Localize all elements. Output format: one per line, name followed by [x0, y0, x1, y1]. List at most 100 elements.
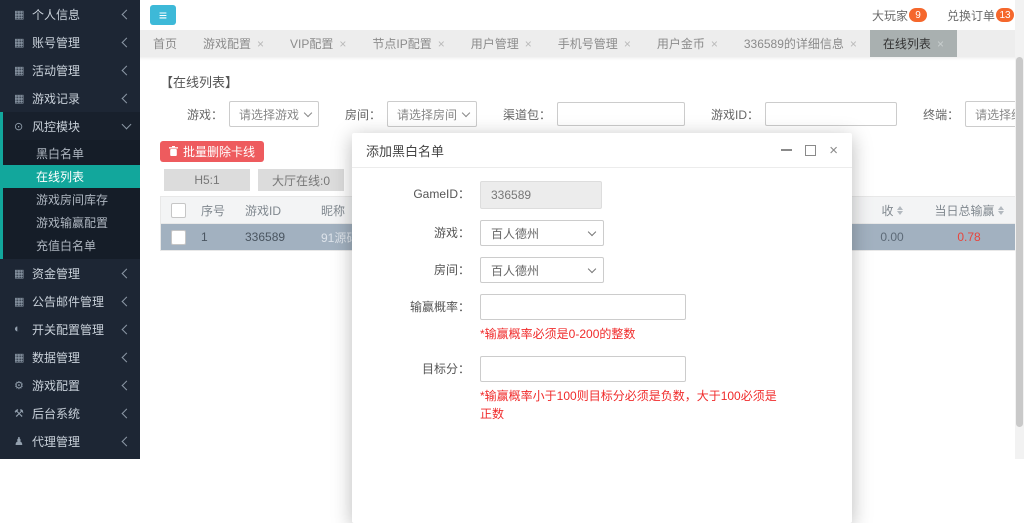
room-filter-value: 请选择房间 [397, 106, 457, 123]
tab-游戏配置[interactable]: 游戏配置× [190, 30, 277, 57]
stat-button[interactable]: 大厅在线:0 [258, 169, 344, 191]
sidebar-group: ▦账号管理 [0, 28, 140, 56]
tab-336589的详细信息[interactable]: 336589的详细信息 × [731, 30, 870, 57]
tab-label: 用户金币 [657, 35, 705, 52]
grid-icon: ▦ [14, 92, 32, 105]
tab-在线列表[interactable]: 在线列表× [870, 30, 957, 57]
tab-用户管理[interactable]: 用户管理× [458, 30, 545, 57]
sidebar-item-label: 资金管理 [32, 265, 123, 282]
sidebar-item-代理管理[interactable]: ♟代理管理 [0, 427, 140, 455]
game-filter-select[interactable]: 请选择游戏 [229, 101, 319, 127]
page-scrollbar[interactable] [1015, 0, 1024, 459]
sidebar: ▦个人信息▦账号管理▦活动管理▦游戏记录⊙风控模块黑白名单在线列表游戏房间库存游… [0, 0, 140, 459]
sidebar-item-账号管理[interactable]: ▦账号管理 [0, 28, 140, 56]
sidebar-item-label: 数据管理 [32, 349, 123, 366]
modal-prob-input[interactable] [480, 294, 686, 320]
tab-手机号管理[interactable]: 手机号管理× [545, 30, 644, 57]
close-icon[interactable]: × [711, 38, 718, 50]
sidebar-item-游戏配置[interactable]: ⚙游戏配置 [0, 371, 140, 399]
select-all-checkbox[interactable] [171, 203, 186, 218]
scrollbar-thumb[interactable] [1016, 57, 1023, 427]
notification-badge: 13 [996, 8, 1014, 22]
chevron-left-icon [122, 9, 132, 19]
tab-节点IP配置[interactable]: 节点IP配置× [359, 30, 457, 57]
column-header-tax: 收 [857, 202, 927, 219]
sidebar-subitem-游戏房间库存[interactable]: 游戏房间库存 [3, 188, 140, 211]
modal-game-select[interactable]: 百人德州 [480, 220, 604, 246]
modal-target-note: *输赢概率小于100则目标分必须是负数，大于100必须是正数 [480, 387, 780, 424]
sidebar-item-后台系统[interactable]: ⚒后台系统 [0, 399, 140, 427]
minimize-icon[interactable] [781, 149, 792, 151]
sidebar-item-游戏记录[interactable]: ▦游戏记录 [0, 84, 140, 112]
hamburger-button[interactable]: ≡ [150, 5, 176, 25]
modal-prob-note: *输赢概率必须是0-200的整数 [480, 325, 780, 344]
maximize-icon[interactable] [805, 145, 816, 156]
sidebar-group: ⚙游戏配置 [0, 371, 140, 399]
batch-delete-button[interactable]: 批量删除卡线 [160, 141, 264, 162]
sidebar-item-数据管理[interactable]: ▦数据管理 [0, 343, 140, 371]
batch-delete-label: 批量删除卡线 [183, 143, 255, 160]
close-icon[interactable]: × [525, 38, 532, 50]
eye-icon: ⊙ [14, 120, 32, 133]
sidebar-item-风控模块[interactable]: ⊙风控模块 [3, 112, 140, 140]
grid-icon: ▦ [14, 36, 32, 49]
gameid-filter-input[interactable] [765, 102, 897, 126]
modal-header: 添加黑白名单 × [352, 133, 852, 168]
add-blacklist-modal: 添加黑白名单 × GameID： 336589 游戏： 百人德州 房间： 百人德… [352, 133, 852, 523]
modal-game-label: 游戏： [352, 220, 480, 246]
sidebar-item-开关配置管理[interactable]: ◐开关配置管理 [0, 315, 140, 343]
channel-filter-input[interactable] [557, 102, 685, 126]
close-icon[interactable]: × [829, 143, 838, 158]
trash-icon [169, 146, 178, 157]
chevron-left-icon [122, 324, 132, 334]
modal-gameid-field: 336589 [480, 181, 602, 209]
users-icon: ♟ [14, 435, 32, 448]
close-icon[interactable]: × [438, 38, 445, 50]
tab-VIP配置[interactable]: VIP配置 × [277, 30, 359, 57]
modal-room-select[interactable]: 百人德州 [480, 257, 604, 283]
tab-bar: 首页游戏配置×VIP配置×节点IP配置×用户管理×手机号管理×用户金币×3365… [140, 30, 1024, 58]
close-icon[interactable]: × [339, 38, 346, 50]
stat-button[interactable]: H5:1 [164, 169, 250, 191]
row-checkbox[interactable] [171, 230, 186, 245]
tab-首页[interactable]: 首页 [140, 30, 190, 57]
game-filter-label: 游戏： [187, 106, 223, 123]
column-header-check [161, 203, 195, 218]
close-icon[interactable]: × [257, 38, 264, 50]
column-header-seq: 序号 [195, 202, 239, 219]
notification-badge: 9 [909, 8, 927, 22]
sidebar-item-个人信息[interactable]: ▦个人信息 [0, 0, 140, 28]
header-link-大玩家[interactable]: 大玩家9 [872, 7, 927, 24]
sidebar-subitem-游戏输赢配置[interactable]: 游戏输赢配置 [3, 211, 140, 234]
header-link-兑换订单[interactable]: 兑换订单13 [947, 7, 1014, 24]
tab-label: VIP配置 [290, 35, 333, 52]
sort-icon[interactable] [897, 206, 903, 215]
room-filter-select[interactable]: 请选择房间 [387, 101, 477, 127]
chevron-down-icon [462, 109, 470, 117]
sort-icon[interactable] [998, 206, 1004, 215]
modal-target-input[interactable] [480, 356, 686, 382]
close-icon[interactable]: × [624, 38, 631, 50]
channel-filter-label: 渠道包： [503, 106, 551, 123]
sidebar-item-活动管理[interactable]: ▦活动管理 [0, 56, 140, 84]
grid-icon: ▦ [14, 351, 32, 364]
chevron-left-icon [122, 37, 132, 47]
tab-label: 336589的详细信息 [744, 35, 844, 52]
grid-icon: ▦ [14, 295, 32, 308]
column-label: 游戏ID [245, 204, 281, 218]
tab-用户金币[interactable]: 用户金币 × [644, 30, 731, 57]
sidebar-subitem-充值白名单[interactable]: 充值白名单 [3, 234, 140, 257]
modal-prob-label: 输赢概率： [352, 294, 480, 320]
sidebar-subitem-在线列表[interactable]: 在线列表 [0, 165, 140, 188]
sidebar-subitem-黑白名单[interactable]: 黑白名单 [3, 142, 140, 165]
chevron-left-icon [122, 268, 132, 278]
close-icon[interactable]: × [937, 38, 944, 50]
tab-label: 首页 [153, 35, 177, 52]
sidebar-item-公告邮件管理[interactable]: ▦公告邮件管理 [0, 287, 140, 315]
terminal-filter-label: 终端： [923, 106, 959, 123]
sidebar-item-资金管理[interactable]: ▦资金管理 [0, 259, 140, 287]
header-links: 大玩家9 兑换订单13 [872, 7, 1016, 24]
close-icon[interactable]: × [850, 38, 857, 50]
top-bar: ≡ 大玩家9 兑换订单13 [140, 0, 1024, 30]
chevron-left-icon [122, 380, 132, 390]
